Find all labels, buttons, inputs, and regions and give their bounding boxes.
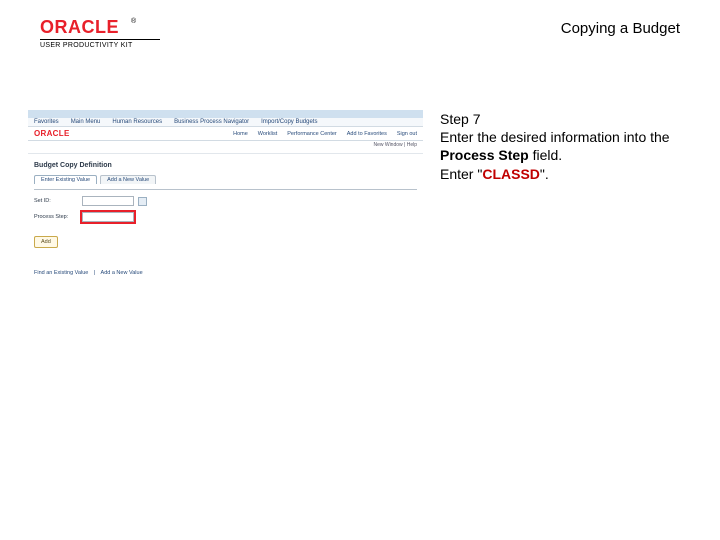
slide-header: ORACLE® USER PRODUCTIVITY KIT Copying a … [40, 18, 680, 49]
page-heading: Budget Copy Definition [34, 162, 417, 169]
text: Enter the desired information into the [440, 129, 670, 145]
global-links: Home Worklist Performance Center Add to … [233, 131, 417, 137]
text: ". [540, 166, 549, 182]
process-step-field[interactable] [82, 212, 134, 222]
app-screenshot: Favorites Main Menu Human Resources Busi… [28, 110, 423, 284]
setid-field[interactable] [82, 196, 134, 206]
setid-label: Set ID: [34, 198, 78, 204]
upk-subbrand: USER PRODUCTIVITY KIT [40, 42, 160, 49]
global-link[interactable]: Sign out [397, 131, 417, 137]
tab-existing-value[interactable]: Enter Existing Value [34, 175, 97, 184]
oracle-logo: ORACLE® [40, 18, 160, 37]
logo-divider [40, 39, 160, 40]
nav-item[interactable]: Business Process Navigator [174, 119, 249, 125]
oracle-tm: ® [131, 18, 136, 25]
text: Enter " [440, 166, 482, 182]
footer-link-add-new[interactable]: Add a New Value [101, 270, 143, 276]
nav-item[interactable]: Favorites [34, 119, 59, 125]
process-step-label: Process Step: [34, 214, 78, 220]
window-titlebar [28, 110, 423, 118]
field-name: Process Step [440, 147, 529, 163]
breadcrumb: Favorites Main Menu Human Resources Busi… [28, 118, 423, 127]
enter-value: CLASSD [482, 166, 540, 182]
app-header-row: ORACLE Home Worklist Performance Center … [28, 127, 423, 141]
footer-links: Find an Existing Value | Add a New Value [34, 270, 417, 276]
instruction-line-1: Enter the desired information into the P… [440, 128, 680, 164]
subtab-bar: Enter Existing Value Add a New Value [34, 175, 417, 184]
oracle-logo-text: ORACLE [40, 17, 129, 37]
instruction-panel: Step 7 Enter the desired information int… [440, 110, 680, 183]
instruction-line-2: Enter "CLASSD". [440, 165, 680, 183]
tab-add-new-value[interactable]: Add a New Value [100, 175, 156, 184]
meta-links[interactable]: New Window | Help [373, 142, 417, 148]
subtab-divider [34, 189, 417, 190]
app-oracle-logo: ORACLE [34, 129, 70, 138]
global-link[interactable]: Performance Center [287, 131, 337, 137]
setid-row: Set ID: [34, 196, 417, 206]
footer-link-existing[interactable]: Find an Existing Value [34, 270, 88, 276]
footer-divider: | [94, 270, 95, 276]
global-link[interactable]: Worklist [258, 131, 277, 137]
nav-item[interactable]: Import/Copy Budgets [261, 119, 317, 125]
global-link[interactable]: Add to Favorites [347, 131, 387, 137]
lookup-icon[interactable] [138, 197, 147, 206]
global-link[interactable]: Home [233, 131, 248, 137]
step-label: Step 7 [440, 110, 680, 128]
process-step-row: Process Step: [34, 212, 417, 222]
text: field. [529, 147, 562, 163]
page-title: Copying a Budget [561, 20, 680, 37]
nav-item[interactable]: Main Menu [71, 119, 101, 125]
nav-item[interactable]: Human Resources [112, 119, 162, 125]
add-button[interactable]: Add [34, 236, 58, 248]
oracle-logo-block: ORACLE® USER PRODUCTIVITY KIT [40, 18, 160, 49]
page-meta-row: New Window | Help [28, 141, 423, 154]
app-body: Budget Copy Definition Enter Existing Va… [28, 154, 423, 284]
